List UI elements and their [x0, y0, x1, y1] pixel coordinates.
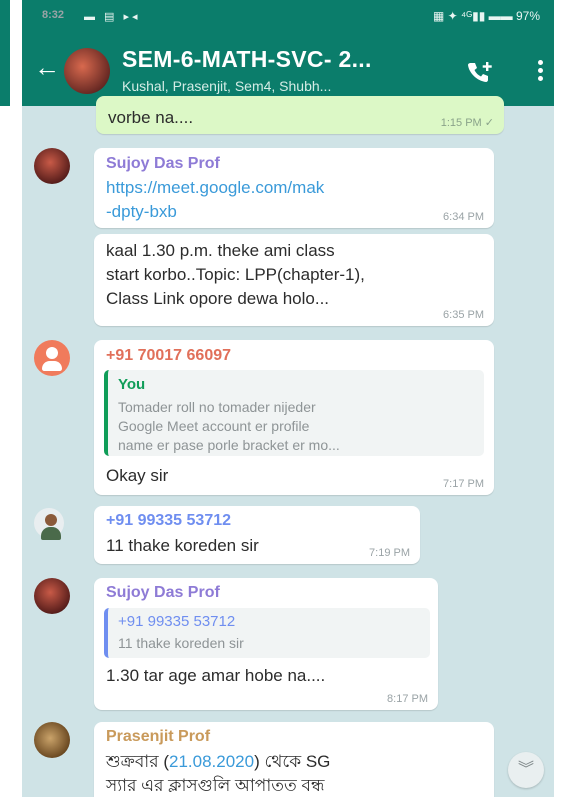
sender-name[interactable]: +91 99335 53712 — [106, 512, 231, 530]
message-sujoy-reply[interactable]: Sujoy Das Prof +91 99335 53712 11 thake … — [94, 578, 438, 710]
status-bar: 8:32 ▬ ▤ ▸◂ ▦ ✦ ⁴ᴳ▮▮ ▬▬ 97% — [22, 0, 554, 34]
message-text-part: শুক্রবার ( — [106, 752, 169, 771]
message-sujoy-announcement[interactable]: kaal 1.30 p.m. theke ami class start kor… — [94, 234, 494, 326]
scroll-down-button[interactable]: ︾ — [508, 752, 544, 788]
chat-participants[interactable]: Kushal, Prasenjit, Sem4, Shubh... — [122, 78, 331, 94]
quoted-message[interactable]: You Tomader roll no tomader nijeder Goog… — [104, 370, 484, 456]
chat-title[interactable]: SEM-6-MATH-SVC- 2... — [122, 46, 372, 73]
more-options-icon[interactable] — [538, 60, 544, 84]
message-time: 1:15 PM ✓ — [440, 117, 494, 129]
message-text: vorbe na.... — [108, 108, 194, 127]
message-time: 6:35 PM — [443, 309, 484, 321]
message-99335[interactable]: +91 99335 53712 11 thake koreden sir 7:1… — [94, 506, 420, 564]
sender-name[interactable]: Sujoy Das Prof — [106, 155, 220, 173]
message-line: স্যার এর ক্লাসগুলি আপাতত বন্ধ — [106, 776, 325, 795]
avatar-sujoy[interactable] — [34, 148, 70, 184]
message-line: Class Link opore dewa holo... — [106, 289, 330, 308]
back-arrow-icon[interactable]: ← — [34, 54, 60, 80]
avatar-sujoy[interactable] — [34, 578, 70, 614]
quoted-sender: You — [118, 376, 146, 393]
avatar-default-contact[interactable] — [34, 340, 70, 376]
message-text-part: ) থেকে SG — [254, 752, 331, 771]
message-time: 7:17 PM — [443, 478, 484, 490]
quoted-text: Tomader roll no tomader nijeder Google M… — [118, 398, 340, 455]
message-text: শুক্রবার (21.08.2020) থেকে SG স্যার এর ক… — [106, 750, 330, 797]
date-link[interactable]: 21.08.2020 — [169, 752, 254, 771]
message-prasenjit[interactable]: Prasenjit Prof শুক্রবার (21.08.2020) থেক… — [94, 722, 494, 797]
quoted-text: 11 thake koreden sir — [118, 635, 244, 651]
avatar-prasenjit[interactable] — [34, 722, 70, 758]
left-accent-bar — [0, 0, 10, 106]
message-time: 7:19 PM — [369, 547, 410, 559]
meet-link-line-2[interactable]: -dpty-bxb — [106, 200, 324, 224]
quoted-message[interactable]: +91 99335 53712 11 thake koreden sir — [104, 608, 430, 658]
message-text: 11 thake koreden sir — [106, 536, 259, 555]
meet-link-line-1[interactable]: https://meet.google.com/mak — [106, 176, 324, 200]
message-time: 6:34 PM — [443, 211, 484, 223]
quoted-line: Tomader roll no tomader nijeder — [118, 399, 316, 415]
sender-name[interactable]: +91 70017 66097 — [106, 347, 231, 365]
left-margin — [0, 0, 16, 797]
add-call-icon[interactable] — [466, 60, 494, 84]
message-line: start korbo..Topic: LPP(chapter-1), — [106, 265, 365, 284]
sender-name[interactable]: Sujoy Das Prof — [106, 584, 220, 602]
notification-icons: ▬ ▤ ▸◂ — [84, 11, 141, 23]
meet-link[interactable]: https://meet.google.com/mak -dpty-bxb — [106, 176, 324, 224]
status-right-icons: ▦ ✦ ⁴ᴳ▮▮ ▬▬ 97% — [432, 9, 540, 23]
message-text: Okay sir — [106, 466, 169, 485]
avatar-99335[interactable] — [34, 508, 64, 540]
message-text: 1.30 tar age amar hobe na.... — [106, 666, 326, 685]
message-text: kaal 1.30 p.m. theke ami class start kor… — [106, 239, 365, 311]
double-chevron-down-icon: ︾ — [517, 761, 534, 778]
quoted-line: Google Meet account er profile — [118, 418, 310, 434]
group-avatar[interactable] — [64, 48, 110, 94]
message-outgoing[interactable]: vorbe na.... 1:15 PM ✓ — [96, 96, 504, 134]
quoted-line: name er pase porle bracket er mo... — [118, 437, 340, 453]
sender-name[interactable]: Prasenjit Prof — [106, 728, 210, 746]
phone-screen: 8:32 ▬ ▤ ▸◂ ▦ ✦ ⁴ᴳ▮▮ ▬▬ 97% ← SEM-6-MATH… — [22, 0, 554, 797]
message-time: 8:17 PM — [387, 693, 428, 705]
message-sujoy-link[interactable]: Sujoy Das Prof https://meet.google.com/m… — [94, 148, 494, 228]
message-reply-70017[interactable]: +91 70017 66097 You Tomader roll no toma… — [94, 340, 494, 495]
message-line: kaal 1.30 p.m. theke ami class — [106, 241, 335, 260]
quoted-sender: +91 99335 53712 — [118, 613, 236, 630]
